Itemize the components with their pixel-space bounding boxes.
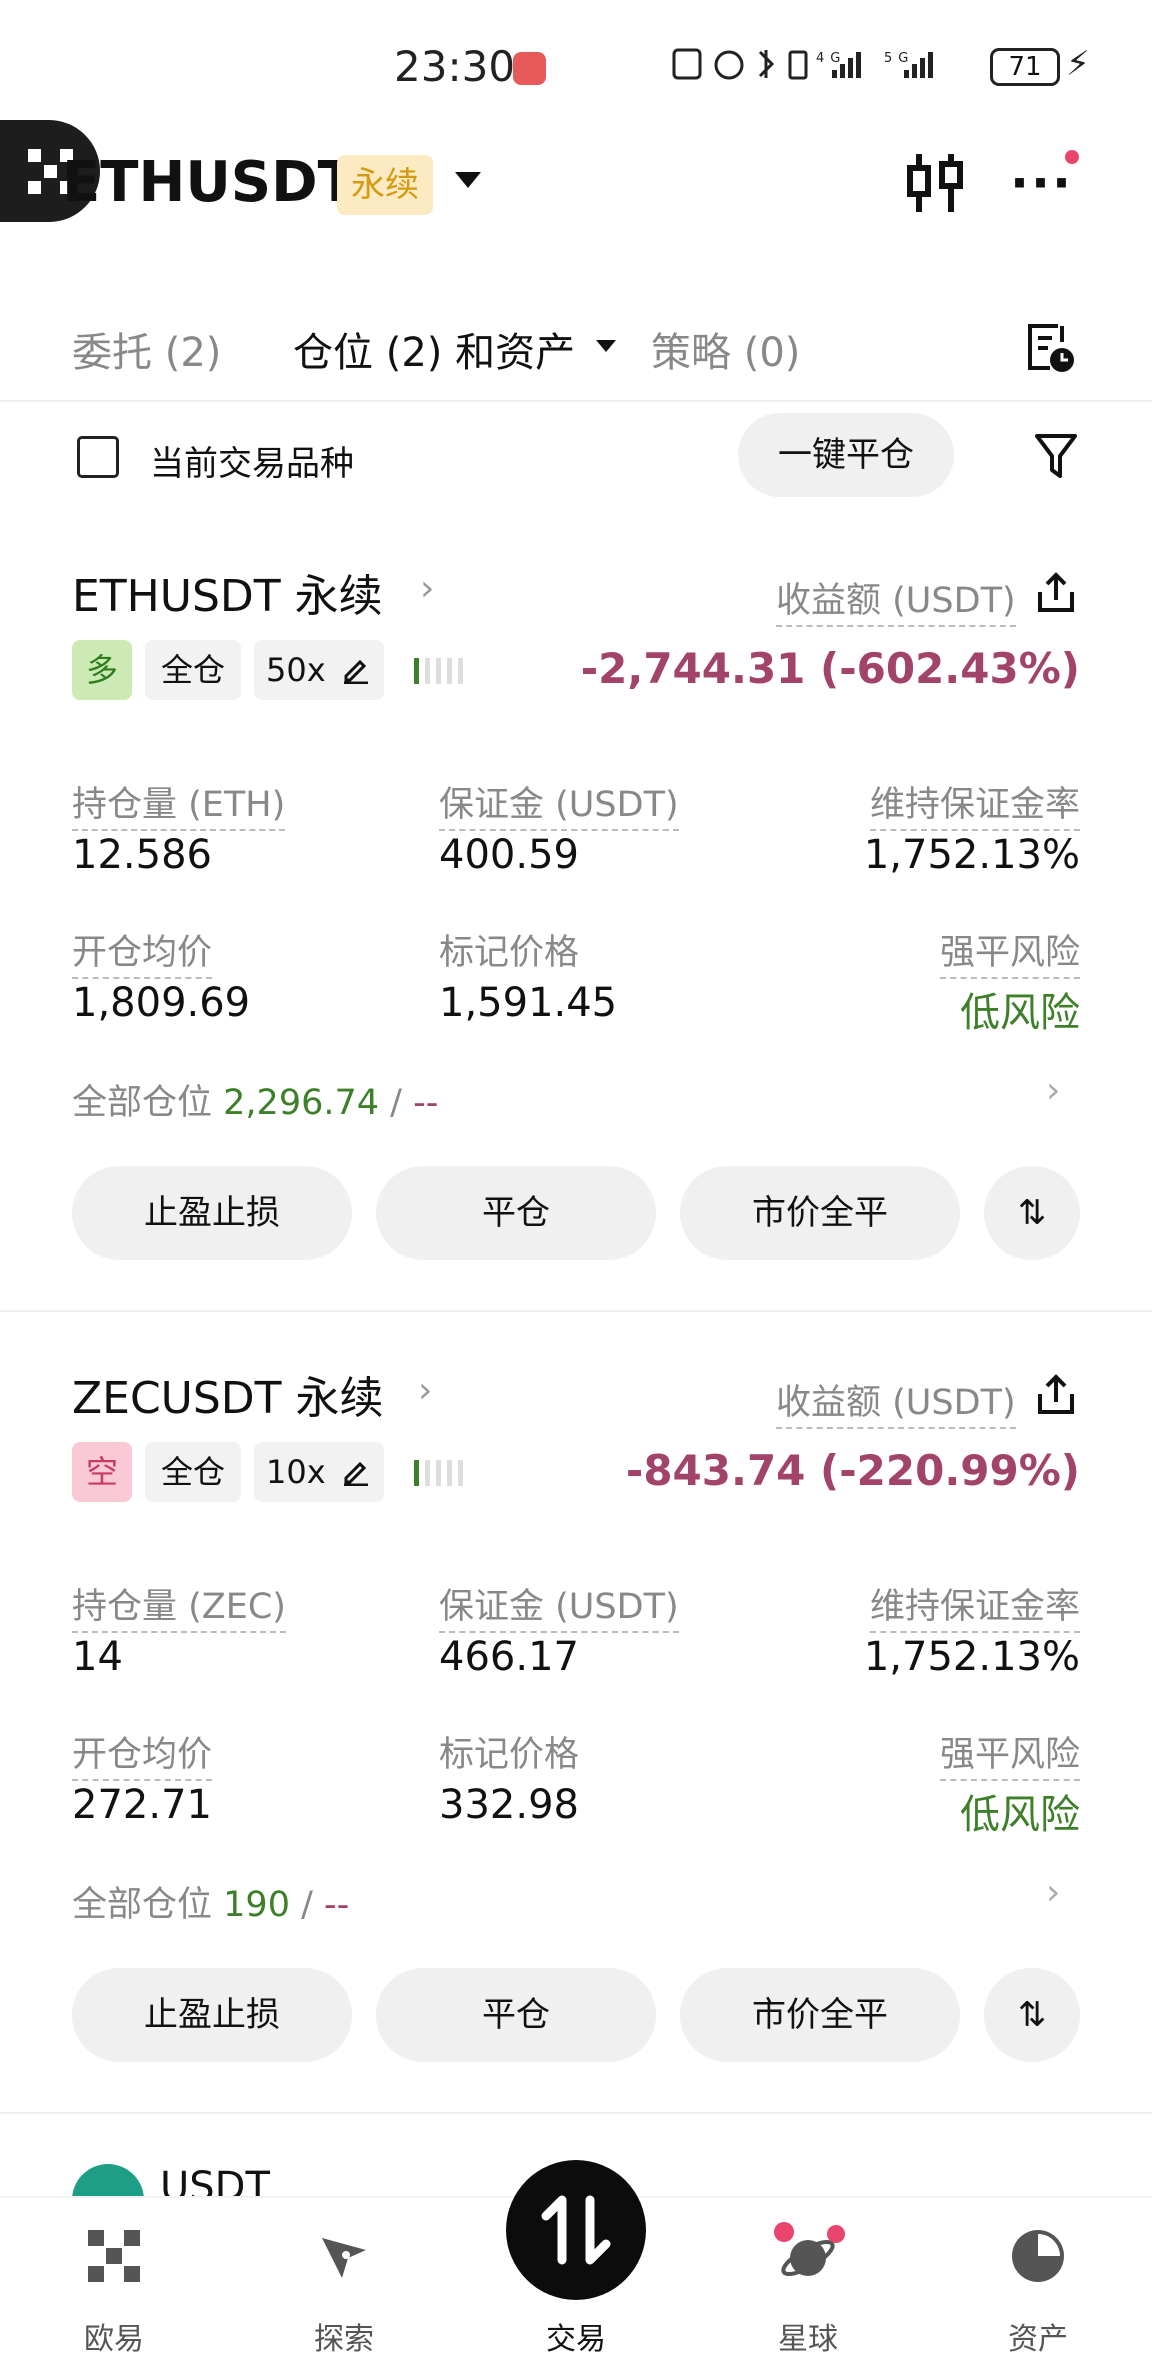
nav-label: 欧易: [84, 2322, 144, 2357]
pnl-label[interactable]: 收益额 (USDT): [776, 572, 1016, 627]
edit-icon: [344, 659, 368, 684]
leverage-value: 50x: [266, 651, 326, 689]
nav-label: 探索: [314, 2322, 374, 2357]
chevron-right-icon[interactable]: ›: [1046, 1872, 1060, 1913]
margin-mode-tag[interactable]: 全仓: [145, 640, 241, 700]
margin-mode-tag[interactable]: 全仓: [145, 1442, 241, 1502]
position-card: ZECUSDT 永续 › 收益额 (USDT) 空 全仓 10x -843.74…: [0, 802, 1152, 2062]
nav-planet[interactable]: 星球: [728, 2198, 888, 2376]
swap-arrows-icon: [541, 2195, 611, 2265]
total-positions-extra: --: [324, 1885, 350, 1925]
leverage-tag[interactable]: 10x: [254, 1442, 384, 1502]
total-positions-value: 190: [223, 1885, 290, 1925]
side-tag: 多: [72, 640, 132, 700]
nav-label: 交易: [546, 2322, 606, 2357]
margin-value: 466.17: [439, 1634, 579, 1680]
position-card: ETHUSDT 永续 › 收益额 (USDT) 多 全仓 50x -2,744.…: [0, 0, 1152, 1260]
tp-sl-button[interactable]: 止盈止损: [72, 1968, 352, 2062]
compass-icon: [322, 2238, 366, 2278]
share-icon[interactable]: [1036, 1374, 1076, 1416]
pnl-value: -843.74 (-220.99%): [625, 1446, 1080, 1495]
chevron-right-icon[interactable]: ›: [420, 568, 434, 609]
pnl-value: -2,744.31 (-602.43%): [580, 644, 1080, 693]
nav-label: 星球: [778, 2322, 838, 2357]
entry-price-label[interactable]: 开仓均价: [72, 1726, 213, 1781]
position-title[interactable]: ZECUSDT 永续: [72, 1362, 384, 1426]
pnl-label[interactable]: 收益额 (USDT): [776, 1374, 1016, 1429]
mark-price-label: 标记价格: [439, 1735, 580, 1775]
share-icon[interactable]: [1036, 572, 1076, 614]
chevron-right-icon[interactable]: ›: [418, 1370, 432, 1411]
size-value: 14: [72, 1634, 123, 1680]
trade-button[interactable]: [506, 2160, 646, 2300]
card-divider: [0, 2112, 1152, 2114]
okx-logo-icon: [88, 2230, 140, 2282]
nav-home[interactable]: 欧易: [34, 2198, 194, 2376]
margin-label[interactable]: 保证金 (USDT): [439, 1578, 679, 1633]
mmr-value: 1,752.13%: [863, 1634, 1080, 1680]
planet-icon: [774, 2222, 845, 2277]
reverse-position-button[interactable]: ⇅: [984, 1968, 1080, 2062]
risk-level-bars: [414, 658, 474, 684]
liq-risk-label[interactable]: 强平风险: [939, 1726, 1080, 1781]
side-tag: 空: [72, 1442, 132, 1502]
nav-assets[interactable]: 资产: [958, 2198, 1118, 2376]
liq-risk-value: 低风险: [960, 1792, 1080, 1838]
nav-discover[interactable]: 探索: [264, 2198, 424, 2376]
risk-level-bars: [414, 1460, 474, 1486]
total-positions-row[interactable]: 全部仓位 190 / --: [72, 1876, 349, 1927]
total-positions-label: 全部仓位: [72, 1885, 213, 1925]
mmr-label[interactable]: 维持保证金率: [869, 1578, 1080, 1633]
nav-label: 资产: [1008, 2322, 1068, 2357]
position-actions: 止盈止损 平仓 市价全平 ⇅: [0, 1968, 1152, 2062]
leverage-tag[interactable]: 50x: [254, 640, 384, 700]
mark-price-value: 332.98: [439, 1782, 579, 1828]
edit-icon: [344, 1461, 368, 1486]
pie-chart-icon: [1012, 2230, 1064, 2282]
total-positions-separator: /: [289, 1885, 325, 1925]
market-close-button[interactable]: 市价全平: [680, 1968, 960, 2062]
size-label[interactable]: 持仓量 (ZEC): [72, 1578, 286, 1633]
position-title[interactable]: ETHUSDT 永续: [72, 560, 383, 624]
leverage-value: 10x: [266, 1453, 326, 1491]
close-position-button[interactable]: 平仓: [376, 1968, 656, 2062]
entry-price-value: 272.71: [72, 1782, 212, 1828]
